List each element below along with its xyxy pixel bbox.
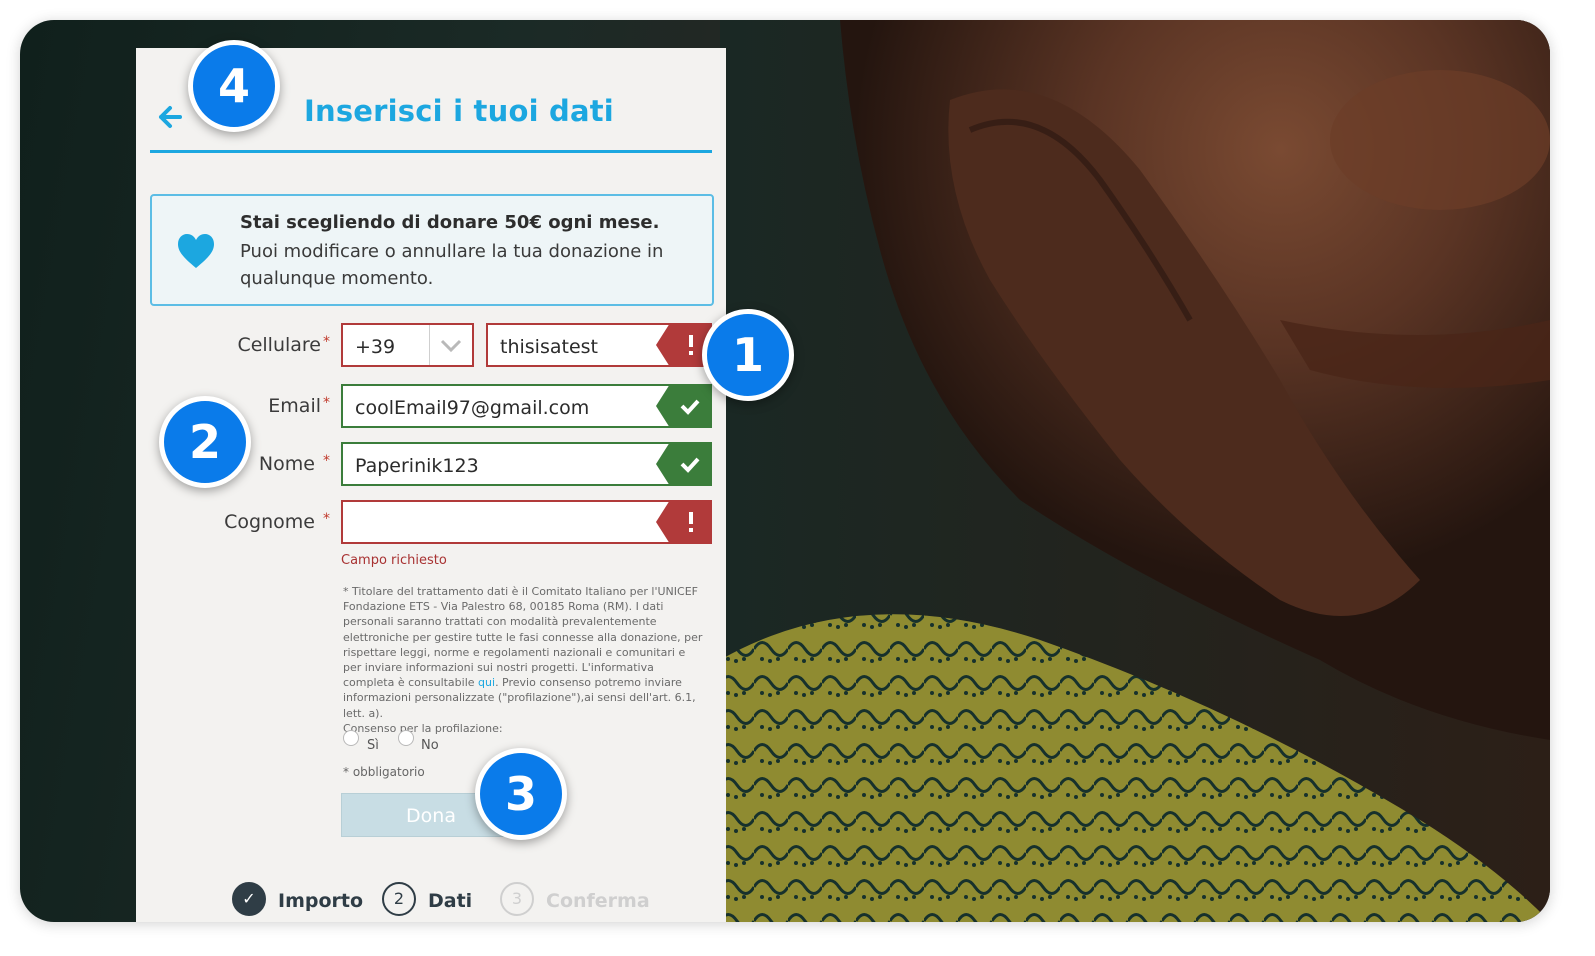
consent-no-label: No <box>421 738 439 753</box>
email-label: Email * <box>268 395 330 417</box>
privacy-link[interactable]: qui <box>478 676 495 689</box>
nome-input[interactable]: Paperinik123 <box>341 442 712 486</box>
donation-info-text: Puoi modificare o annullare la tua donaz… <box>240 241 664 289</box>
consent-yes-radio[interactable] <box>343 730 359 746</box>
background-photo <box>720 20 1550 922</box>
nome-label: Nome * <box>258 453 330 475</box>
cellulare-label: Cellulare * <box>237 334 330 356</box>
page-title: Inserisci i tuoi dati <box>304 94 614 128</box>
cognome-input[interactable] <box>341 500 712 544</box>
cognome-error-message: Campo richiesto <box>341 553 447 568</box>
donation-summary-box: Stai scegliendo di donare 50€ ogni mese.… <box>150 194 714 306</box>
progress-steps: ✓ Importo 2 Dati 3 Conferma <box>232 882 692 922</box>
consent-no-radio[interactable] <box>398 730 414 746</box>
consent-yes-label: Sì <box>367 738 379 753</box>
cognome-label: Cognome * <box>224 511 330 533</box>
callout-badge-2: 2 <box>159 396 251 488</box>
consent-label: Consenso per la profilazione: <box>343 721 503 735</box>
donation-amount-text: Stai scegliendo di donare 50€ ogni mese. <box>240 212 660 233</box>
callout-badge-3: 3 <box>475 748 567 840</box>
check-icon <box>656 442 712 486</box>
chevron-down-icon <box>440 339 462 353</box>
callout-badge-1: 1 <box>702 309 794 401</box>
mandatory-note: * obbligatorio <box>343 765 425 779</box>
donation-form-panel: Inserisci i tuoi dati Stai scegliendo di… <box>136 48 726 922</box>
check-icon <box>656 384 712 428</box>
back-arrow-icon[interactable] <box>156 104 182 130</box>
heart-icon <box>178 234 214 268</box>
check-icon: ✓ <box>232 882 266 916</box>
callout-badge-4: 4 <box>188 40 280 132</box>
country-prefix-select[interactable]: +39 <box>341 323 474 367</box>
privacy-notice: * Titolare del trattamento dati è il Com… <box>343 585 703 735</box>
email-input[interactable]: coolEmail97@gmail.com <box>341 384 712 428</box>
phone-input[interactable]: thisisatest <box>486 323 712 367</box>
error-icon <box>656 500 712 544</box>
screenshot-frame: Inserisci i tuoi dati Stai scegliendo di… <box>20 20 1550 922</box>
